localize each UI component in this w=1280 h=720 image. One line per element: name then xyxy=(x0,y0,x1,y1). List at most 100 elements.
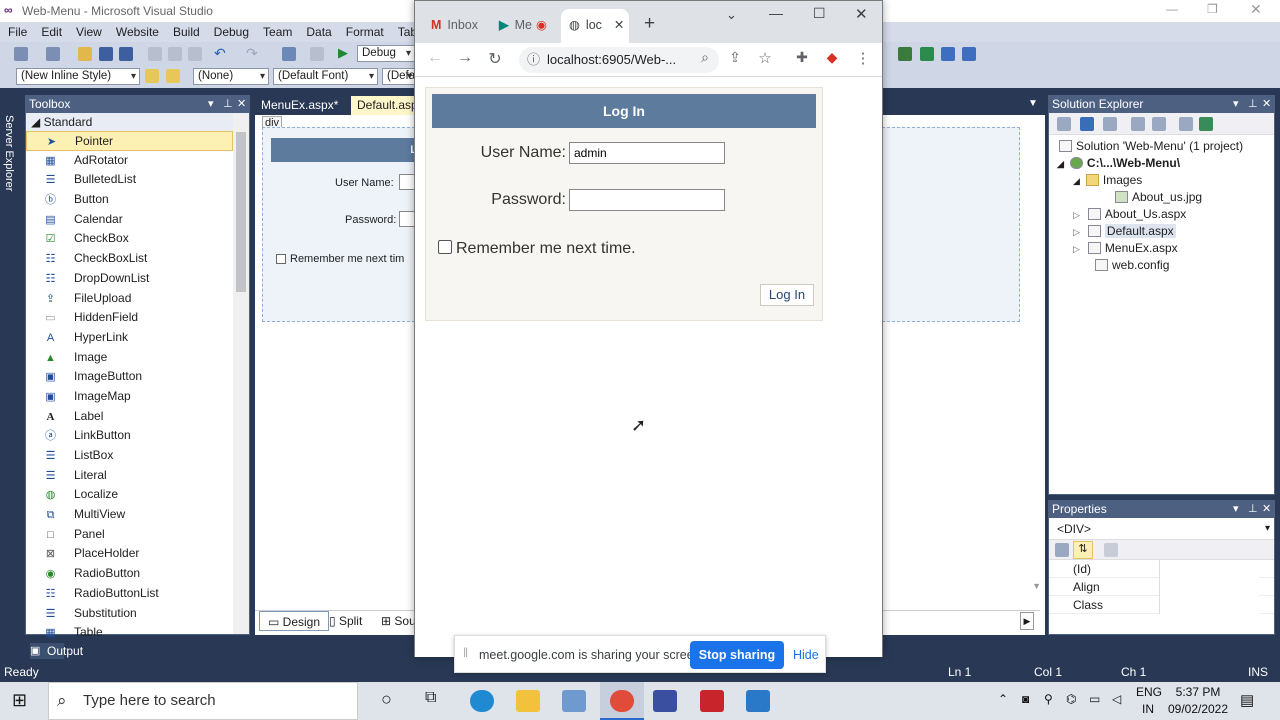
toolbox-item-panel[interactable]: □ Panel xyxy=(26,525,233,545)
expand-icon[interactable]: ▷ xyxy=(1073,244,1080,254)
navigate-back-icon[interactable] xyxy=(282,47,296,61)
toolbox-item-adrotator[interactable]: ▦ AdRotator xyxy=(26,151,233,171)
design-pass-input[interactable] xyxy=(399,211,414,227)
menu-edit[interactable]: Edit xyxy=(34,22,69,42)
menu-view[interactable]: View xyxy=(69,22,109,42)
toolbox-item-calendar[interactable]: ▤ Calendar xyxy=(26,210,233,230)
cut-icon[interactable] xyxy=(148,47,162,61)
tab-design[interactable]: ▭ Design xyxy=(259,611,330,631)
remember-me-label[interactable]: Remember me next time. xyxy=(456,240,636,258)
tree-solution[interactable]: Solution 'Web-Menu' (1 project) xyxy=(1059,138,1243,155)
clock-date[interactable]: 09/02/2022 xyxy=(1166,702,1230,716)
taskbar-search-box[interactable]: ⌕ Type here to search xyxy=(48,682,358,720)
block-format-combo[interactable]: (None) xyxy=(193,68,269,85)
font-name-combo[interactable]: (Default Font) xyxy=(273,68,378,85)
forward-icon[interactable]: → xyxy=(454,49,476,67)
categorized-icon[interactable] xyxy=(1055,543,1069,557)
tree-file-default-aspx[interactable]: ▷ Default.aspx xyxy=(1073,223,1176,241)
tree-file-menuex-aspx[interactable]: ▷ MenuEx.aspx xyxy=(1073,240,1178,258)
scrollbar-thumb[interactable] xyxy=(236,132,246,292)
scroll-down-icon[interactable]: ▼ xyxy=(1032,581,1041,591)
toolbox-item-hyperlink[interactable]: A HyperLink xyxy=(26,328,233,348)
view-code-icon[interactable] xyxy=(1131,117,1145,131)
asp-config-icon[interactable] xyxy=(1199,117,1213,131)
property-pages-icon[interactable] xyxy=(1104,543,1118,557)
close-icon[interactable]: ✕ xyxy=(1262,501,1271,518)
toolbox-item-placeholder[interactable]: ⊠ PlaceHolder xyxy=(26,544,233,564)
notepad-icon[interactable] xyxy=(562,690,586,712)
property-value[interactable] xyxy=(1159,596,1259,614)
maximize-icon[interactable]: ☐ xyxy=(813,5,826,22)
server-explorer-strip[interactable]: Server Explorer xyxy=(0,95,20,635)
design-remember-checkbox[interactable] xyxy=(276,254,286,264)
toolbox-item-hiddenfield[interactable]: ▭ HiddenField xyxy=(26,308,233,328)
expand-icon[interactable]: ▷ xyxy=(1073,227,1080,237)
tree-file-about-aspx[interactable]: ▷ About_Us.aspx xyxy=(1073,206,1186,224)
toolbox-group-standard[interactable]: ◢ Standard xyxy=(26,113,249,131)
notifications-icon[interactable]: ▤ xyxy=(1240,691,1254,709)
toolbar-misc-icon[interactable] xyxy=(898,47,912,61)
tab-gmail-inbox[interactable]: M Inbox xyxy=(423,9,487,43)
zoom-icon[interactable]: ⌕ xyxy=(694,49,716,66)
more-menu-icon[interactable]: ⋮ xyxy=(852,49,874,67)
add-item-icon[interactable] xyxy=(46,47,60,61)
copy-icon[interactable] xyxy=(168,47,182,61)
save-all-icon[interactable] xyxy=(119,47,133,61)
toolbox-item-bulletedlist[interactable]: ☰ BulletedList xyxy=(26,170,233,190)
vs-taskbar-icon[interactable] xyxy=(653,690,677,712)
battery-icon[interactable]: ▭ xyxy=(1089,692,1100,706)
username-input[interactable]: admin xyxy=(569,142,725,164)
address-bar[interactable]: ⓘ localhost:6905/Web-... xyxy=(519,47,719,73)
undo-icon[interactable]: ↶ xyxy=(214,45,226,62)
toolbox-item-image[interactable]: ▲ Image xyxy=(26,348,233,368)
dropdown-icon[interactable]: ▾ xyxy=(208,96,214,113)
pin-icon[interactable]: ⊥ xyxy=(1248,96,1258,113)
minimize-icon[interactable]: — xyxy=(1166,2,1178,16)
back-icon[interactable]: ← xyxy=(424,49,446,67)
toolbox-item-localize[interactable]: ◍ Localize xyxy=(26,485,233,505)
toolbox-item-pointer[interactable]: ➤ Pointer xyxy=(26,131,233,151)
property-row-align[interactable]: Align xyxy=(1049,578,1274,596)
tree-project[interactable]: ◢ C:\...\Web-Menu\ xyxy=(1057,155,1180,173)
info-icon[interactable]: ⓘ xyxy=(527,47,540,73)
close-tab-icon[interactable]: ✕ xyxy=(614,18,624,32)
new-tab-icon[interactable]: + xyxy=(644,13,655,35)
view-designer-icon[interactable] xyxy=(1152,117,1166,131)
tree-file-about-jpg[interactable]: About_us.jpg xyxy=(1115,189,1202,206)
dropdown-icon[interactable]: ▾ xyxy=(1233,96,1239,113)
bookmark-star-icon[interactable]: ☆ xyxy=(754,49,776,67)
target-rule-combo[interactable]: (New Inline Style) xyxy=(16,68,140,85)
volume-icon[interactable]: ◁ xyxy=(1112,692,1121,706)
extension-recorder-icon[interactable]: ◆ xyxy=(821,49,843,66)
toolbox-scrollbar[interactable] xyxy=(233,114,249,634)
solution-configuration-combo[interactable]: Debug xyxy=(357,45,415,62)
close-icon[interactable]: ✕ xyxy=(1250,1,1262,18)
toolbox-item-imagemap[interactable]: ▣ ImageMap xyxy=(26,387,233,407)
toolbox-item-multiview[interactable]: ⧉ MultiView xyxy=(26,505,233,525)
property-row-id[interactable]: (Id) xyxy=(1049,560,1274,578)
redo-icon[interactable]: ↷ xyxy=(246,45,258,62)
tab-menuex[interactable]: MenuEx.aspx* xyxy=(255,96,344,115)
menu-website[interactable]: Website xyxy=(109,22,166,42)
start-debugging-icon[interactable]: ▶ xyxy=(338,45,348,61)
drag-handle-icon[interactable]: ‖ xyxy=(463,646,468,660)
tree-folder-images[interactable]: ◢ Images xyxy=(1073,172,1142,190)
minimize-icon[interactable]: — xyxy=(769,5,783,21)
tab-search-icon[interactable]: ⌄ xyxy=(726,7,737,23)
toolbox-item-dropdownlist[interactable]: ☷ DropDownList xyxy=(26,269,233,289)
new-project-icon[interactable] xyxy=(14,47,28,61)
properties-object-combo[interactable]: <DIV> ▾ xyxy=(1049,518,1274,540)
paste-icon[interactable] xyxy=(188,47,202,61)
tray-chevron-icon[interactable]: ⌃ xyxy=(998,692,1008,706)
close-icon[interactable]: ✕ xyxy=(1262,96,1271,113)
save-icon[interactable] xyxy=(99,47,113,61)
menu-build[interactable]: Build xyxy=(166,22,207,42)
remote-desktop-icon[interactable] xyxy=(746,690,770,712)
expand-icon[interactable]: ◢ xyxy=(1057,159,1064,169)
camera-icon[interactable]: ◙ xyxy=(1022,692,1029,706)
refresh-icon[interactable] xyxy=(1080,117,1094,131)
recorder-icon[interactable] xyxy=(700,690,724,712)
properties-icon[interactable] xyxy=(1057,117,1071,131)
close-window-icon[interactable]: ✕ xyxy=(855,5,868,23)
dropdown-icon[interactable]: ▾ xyxy=(1233,501,1239,518)
